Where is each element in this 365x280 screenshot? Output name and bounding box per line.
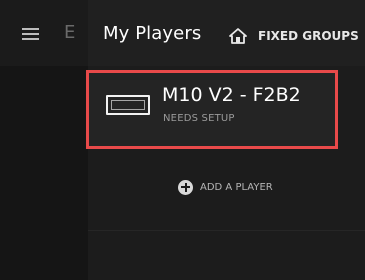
add-player-label: ADD A PLAYER xyxy=(200,181,273,193)
player-card[interactable]: M10 V2 - F2B2 NEEDS SETUP xyxy=(86,70,338,149)
rail-partial-label: E xyxy=(64,22,76,43)
home-icon[interactable] xyxy=(229,28,247,44)
panel-header: My Players FIXED GROUPS xyxy=(88,0,365,66)
tab-fixed-groups[interactable]: FIXED GROUPS xyxy=(258,29,359,43)
hamburger-menu-icon[interactable] xyxy=(22,28,39,40)
player-name: M10 V2 - F2B2 xyxy=(162,84,301,106)
left-rail: E xyxy=(0,0,88,280)
plus-circle-icon xyxy=(178,179,193,195)
player-status: NEEDS SETUP xyxy=(163,113,235,124)
display-device-icon xyxy=(106,95,150,115)
divider xyxy=(88,230,365,231)
page-title: My Players xyxy=(103,23,202,44)
add-player-button[interactable]: ADD A PLAYER xyxy=(178,178,273,196)
